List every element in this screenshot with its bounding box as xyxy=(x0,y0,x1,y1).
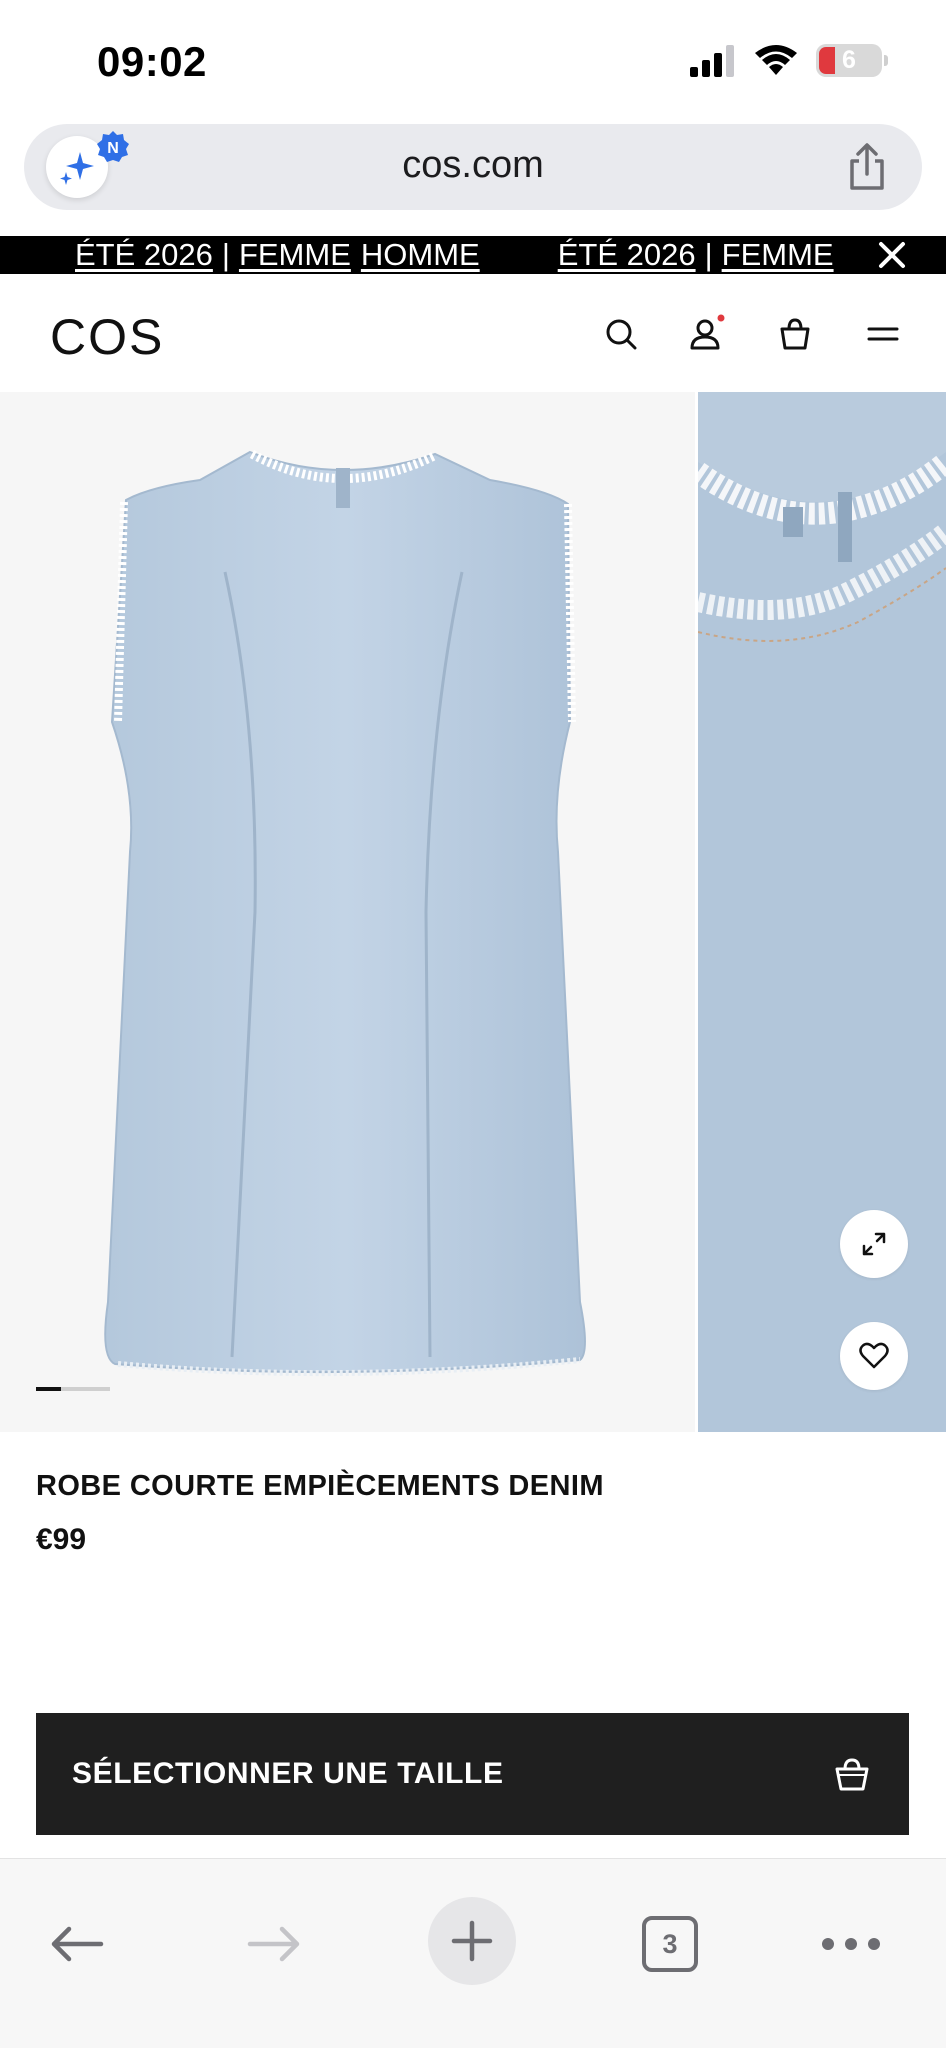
gallery-pagination xyxy=(36,1387,110,1391)
promo-banner: ÉTÉ 2026 | FEMME HOMME ÉTÉ 2026 | FEMME xyxy=(0,236,946,274)
promo-divider: | xyxy=(221,237,230,272)
logo[interactable]: COS xyxy=(50,308,164,366)
promo-season-link[interactable]: ÉTÉ 2026 xyxy=(75,237,213,273)
url-bar[interactable]: N cos.com xyxy=(24,124,922,210)
bag-icon xyxy=(780,318,810,350)
browser-toolbar: 3 xyxy=(0,1858,946,2048)
promo-divider: | xyxy=(704,237,713,272)
account-button[interactable] xyxy=(686,312,730,356)
menu-icon xyxy=(867,327,899,341)
tabs-count: 3 xyxy=(662,1928,678,1959)
bag-button[interactable] xyxy=(773,312,817,356)
denim-dress-neck-detail-image xyxy=(698,392,946,1432)
promo-track: ÉTÉ 2026 | FEMME HOMME ÉTÉ 2026 | FEMME xyxy=(75,236,835,274)
promo-men-link[interactable]: HOMME xyxy=(361,237,480,273)
battery-level-fill xyxy=(819,47,835,74)
status-time: 09:02 xyxy=(97,38,207,85)
menu-button[interactable] xyxy=(861,312,905,356)
status-bar: 09:02 6 xyxy=(0,0,946,120)
forward-button[interactable] xyxy=(229,1899,319,1989)
back-button[interactable] xyxy=(32,1899,122,1989)
search-button[interactable] xyxy=(599,312,643,356)
promo-item: ÉTÉ 2026 | FEMME HOMME xyxy=(75,237,480,273)
status-icons: 6 xyxy=(690,44,888,77)
wishlist-button[interactable] xyxy=(840,1322,908,1390)
forward-icon xyxy=(247,1926,300,1962)
wifi-icon xyxy=(755,44,797,75)
battery-icon: 6 xyxy=(816,44,888,77)
new-tab-button[interactable] xyxy=(428,1897,516,1985)
close-icon[interactable] xyxy=(876,239,908,271)
bag-icon xyxy=(835,1758,869,1791)
product-info: ROBE COURTE EMPIÈCEMENTS DENIM €99 xyxy=(36,1470,604,1557)
more-icon xyxy=(822,1938,880,1950)
product-price: €99 xyxy=(36,1523,87,1556)
promo-season-link[interactable]: ÉTÉ 2026 xyxy=(558,237,696,273)
gallery-pagination-active xyxy=(36,1387,61,1391)
search-icon xyxy=(606,319,637,350)
select-size-button[interactable]: SÉLECTIONNER UNE TAILLE xyxy=(36,1713,909,1835)
heart-icon xyxy=(859,1342,889,1369)
site-header: COS xyxy=(0,274,946,392)
promo-women-link[interactable]: FEMME xyxy=(239,237,351,273)
more-button[interactable] xyxy=(806,1899,896,1989)
select-size-label: SÉLECTIONNER UNE TAILLE xyxy=(72,1757,504,1790)
promo-women-link[interactable]: FEMME xyxy=(722,237,834,273)
tabs-icon: 3 xyxy=(642,1916,698,1972)
expand-button[interactable] xyxy=(840,1210,908,1278)
expand-icon xyxy=(862,1232,886,1256)
share-icon xyxy=(850,143,884,190)
url-text[interactable]: cos.com xyxy=(24,144,922,187)
back-icon xyxy=(51,1926,104,1962)
cellular-signal-icon xyxy=(690,44,734,77)
denim-dress-front-image xyxy=(104,450,586,1377)
battery-percent: 6 xyxy=(842,46,856,74)
product-name: ROBE COURTE EMPIÈCEMENTS DENIM xyxy=(36,1470,604,1502)
promo-item: ÉTÉ 2026 | FEMME xyxy=(558,237,834,273)
product-image-front[interactable] xyxy=(0,392,695,1432)
tabs-button[interactable]: 3 xyxy=(625,1899,715,1989)
share-button[interactable] xyxy=(842,142,892,192)
account-icon xyxy=(690,314,725,350)
product-image-detail[interactable] xyxy=(698,392,946,1432)
new-tab-icon xyxy=(451,1920,493,1962)
product-gallery[interactable] xyxy=(0,392,946,1432)
